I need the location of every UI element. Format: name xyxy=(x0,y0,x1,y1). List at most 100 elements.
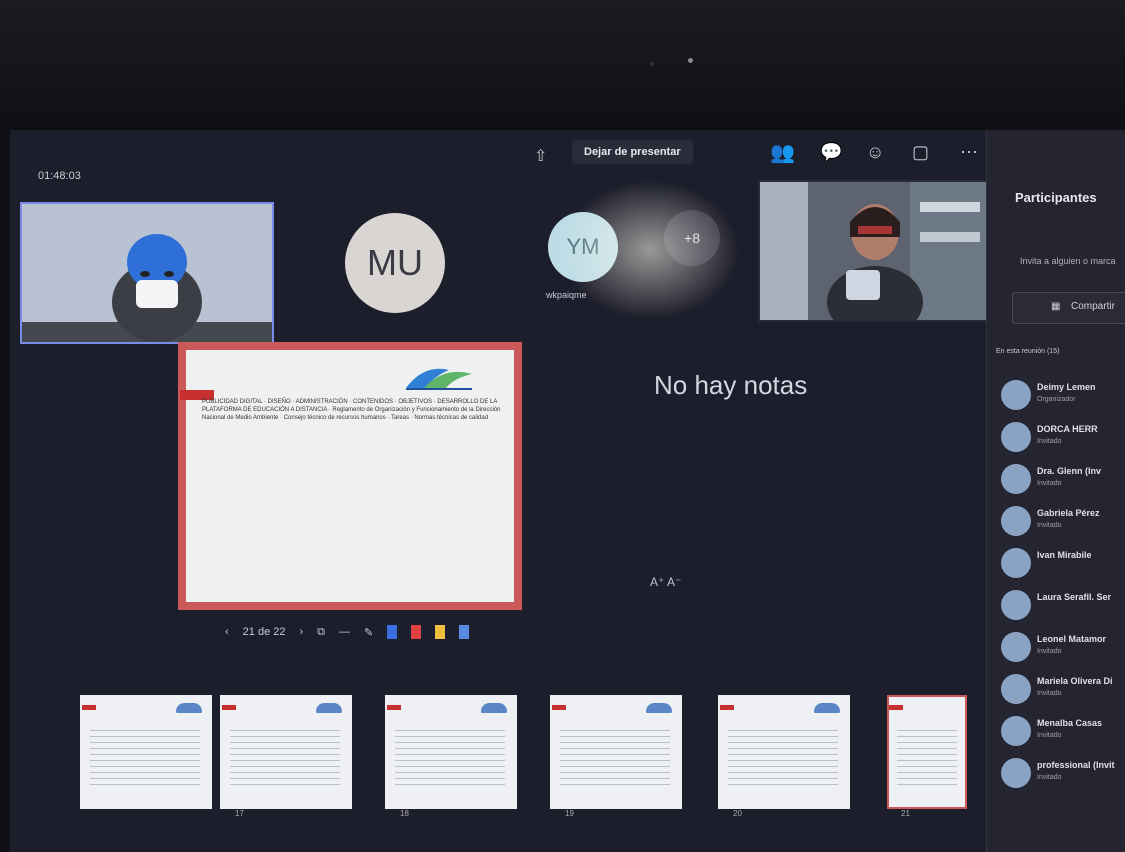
participant-name: Mariela Olivera Di xyxy=(1037,676,1113,686)
share-label: Compartir xyxy=(1071,301,1115,312)
thumb-tag xyxy=(222,705,236,710)
participant-list-item[interactable]: professional (Invit Invitado xyxy=(995,754,1125,794)
participant-list-item[interactable]: Deimy Lemen Organizador xyxy=(995,376,1125,416)
slide-thumbnail[interactable] xyxy=(220,695,352,809)
previous-slide-icon[interactable]: ‹ xyxy=(225,626,229,638)
thumb-tag xyxy=(889,705,903,710)
blue-marker-icon[interactable] xyxy=(387,625,398,639)
participant-avatar xyxy=(1001,590,1031,620)
institution-logo xyxy=(406,368,472,390)
red-marker-icon[interactable] xyxy=(411,625,422,639)
participant-avatar xyxy=(1001,674,1031,704)
speaker-notes: No hay notas xyxy=(654,370,808,400)
participant-list-item[interactable]: DORCA HERR Invitado xyxy=(995,418,1125,458)
participant-role: Invitado xyxy=(1037,690,1062,697)
thumb-text-lines xyxy=(897,725,957,785)
participant-name: Dra. Glenn (Inv xyxy=(1037,466,1102,476)
font-size-controls[interactable]: A⁺ A⁻ xyxy=(650,575,681,589)
slide-thumbnail-current[interactable] xyxy=(887,695,967,809)
participant-name: Menalba Casas xyxy=(1037,718,1103,728)
thumb-tag xyxy=(387,705,401,710)
stop-presenting-button[interactable]: Dejar de presentar xyxy=(572,140,693,164)
participant-name: Laura Serafil. Ser xyxy=(1037,592,1112,602)
participant-role: Invitado xyxy=(1037,522,1062,529)
video-tile-presenter[interactable] xyxy=(758,180,992,322)
share-invite-button[interactable]: ▦ Compartir xyxy=(1012,292,1125,324)
participant-name: Gabriela Pérez xyxy=(1037,508,1100,518)
participant-avatar xyxy=(1001,506,1031,536)
participant-list-item[interactable]: Mariela Olivera Di Invitado xyxy=(995,670,1125,710)
share-tray-icon[interactable]: ⇧ xyxy=(534,146,547,166)
participants-panel-title: Participantes xyxy=(1015,190,1097,205)
participant-role: Organizador xyxy=(1037,396,1076,403)
person-video xyxy=(760,182,990,320)
participant-avatar xyxy=(1001,380,1031,410)
thumbnail-number: 21 xyxy=(901,809,910,818)
slide-counter: 21 de 22 xyxy=(242,626,286,638)
bezel-top xyxy=(0,0,1125,130)
thumb-logo xyxy=(814,703,840,713)
slide-navigation: ‹ 21 de 22 › ⧉ — ✎ xyxy=(225,625,470,639)
thumb-logo xyxy=(316,703,342,713)
avatar-initials: MU xyxy=(367,242,423,283)
thumbnail-number: 19 xyxy=(565,809,574,818)
reactions-icon[interactable]: ☺ xyxy=(866,142,884,163)
in-meeting-section-header[interactable]: En esta reunión (15) xyxy=(996,348,1059,355)
thumb-text-lines xyxy=(560,725,670,785)
more-options-icon[interactable]: ⋯ xyxy=(960,142,978,163)
slide-content: PUBLICIDAD DIGITAL · DISEÑO · ADMINISTRA… xyxy=(180,350,514,602)
participant-avatar xyxy=(1001,422,1031,452)
thumb-logo xyxy=(176,703,202,713)
slide-thumbnail[interactable] xyxy=(718,695,850,809)
thumb-text-lines xyxy=(90,725,200,785)
participant-name: DORCA HERR xyxy=(1037,424,1098,434)
video-tile-self[interactable] xyxy=(20,202,274,344)
yellow-highlighter-icon[interactable] xyxy=(435,625,446,639)
participant-avatar xyxy=(1001,632,1031,662)
participant-list-item[interactable]: Laura Serafil. Ser xyxy=(995,586,1125,626)
thumb-text-lines xyxy=(728,725,838,785)
participant-list-item[interactable]: Menalba Casas Invitado xyxy=(995,712,1125,752)
participant-list-item[interactable]: Gabriela Pérez Invitado xyxy=(995,502,1125,542)
thumb-tag xyxy=(720,705,734,710)
slide-thumbnail-strip: 17 18 19 20 21 xyxy=(75,695,975,818)
thumb-logo xyxy=(646,703,672,713)
share-icon: ▦ xyxy=(1051,301,1061,312)
presentation-slide[interactable]: PUBLICIDAD DIGITAL · DISEÑO · ADMINISTRA… xyxy=(178,342,522,610)
thumb-logo xyxy=(481,703,507,713)
invite-field[interactable]: Invita a alguien o marca xyxy=(1020,256,1116,266)
thumbnail-number: 17 xyxy=(235,809,244,818)
participant-name: Ivan Mirabile xyxy=(1037,550,1092,560)
webcam-lens xyxy=(688,58,693,63)
chat-icon[interactable]: 💬 xyxy=(820,142,842,163)
participant-role: Invitado xyxy=(1037,438,1062,445)
participant-name: Deimy Lemen xyxy=(1037,382,1096,392)
participants-icon[interactable]: 👥 xyxy=(770,140,795,165)
slide-thumbnail[interactable] xyxy=(385,695,517,809)
rooms-icon[interactable]: ▢ xyxy=(912,142,929,163)
copy-icon[interactable]: ⧉ xyxy=(317,626,325,639)
participant-list-item[interactable]: Ivan Mirabile xyxy=(995,544,1125,584)
participant-name: professional (Invit xyxy=(1037,760,1115,770)
slide-body-text: PUBLICIDAD DIGITAL · DISEÑO · ADMINISTRA… xyxy=(202,399,501,421)
participant-avatar xyxy=(1001,548,1031,578)
participant-role: Invitado xyxy=(1037,732,1062,739)
participant-role: Invitado xyxy=(1037,774,1062,781)
thumbnail-number: 20 xyxy=(733,809,742,818)
panel-divider xyxy=(986,130,987,852)
thumb-tag xyxy=(552,705,566,710)
participant-avatar xyxy=(1001,464,1031,494)
participant-list-item[interactable]: Leonel Matamor Invitado xyxy=(995,628,1125,668)
screen-glare xyxy=(560,180,740,320)
eraser-icon[interactable] xyxy=(459,625,470,639)
next-slide-icon[interactable]: › xyxy=(300,626,304,638)
laser-pointer-icon[interactable]: — xyxy=(339,626,350,638)
camera-sensor xyxy=(650,62,654,66)
pen-icon[interactable]: ✎ xyxy=(364,626,373,639)
participant-list-item[interactable]: Dra. Glenn (Inv Invitado xyxy=(995,460,1125,500)
slide-thumbnail[interactable] xyxy=(550,695,682,809)
slide-thumbnail[interactable] xyxy=(80,695,212,809)
participant-avatar xyxy=(1001,758,1031,788)
thumb-text-lines xyxy=(230,725,340,785)
participant-avatar-mu[interactable]: MU xyxy=(345,213,445,313)
